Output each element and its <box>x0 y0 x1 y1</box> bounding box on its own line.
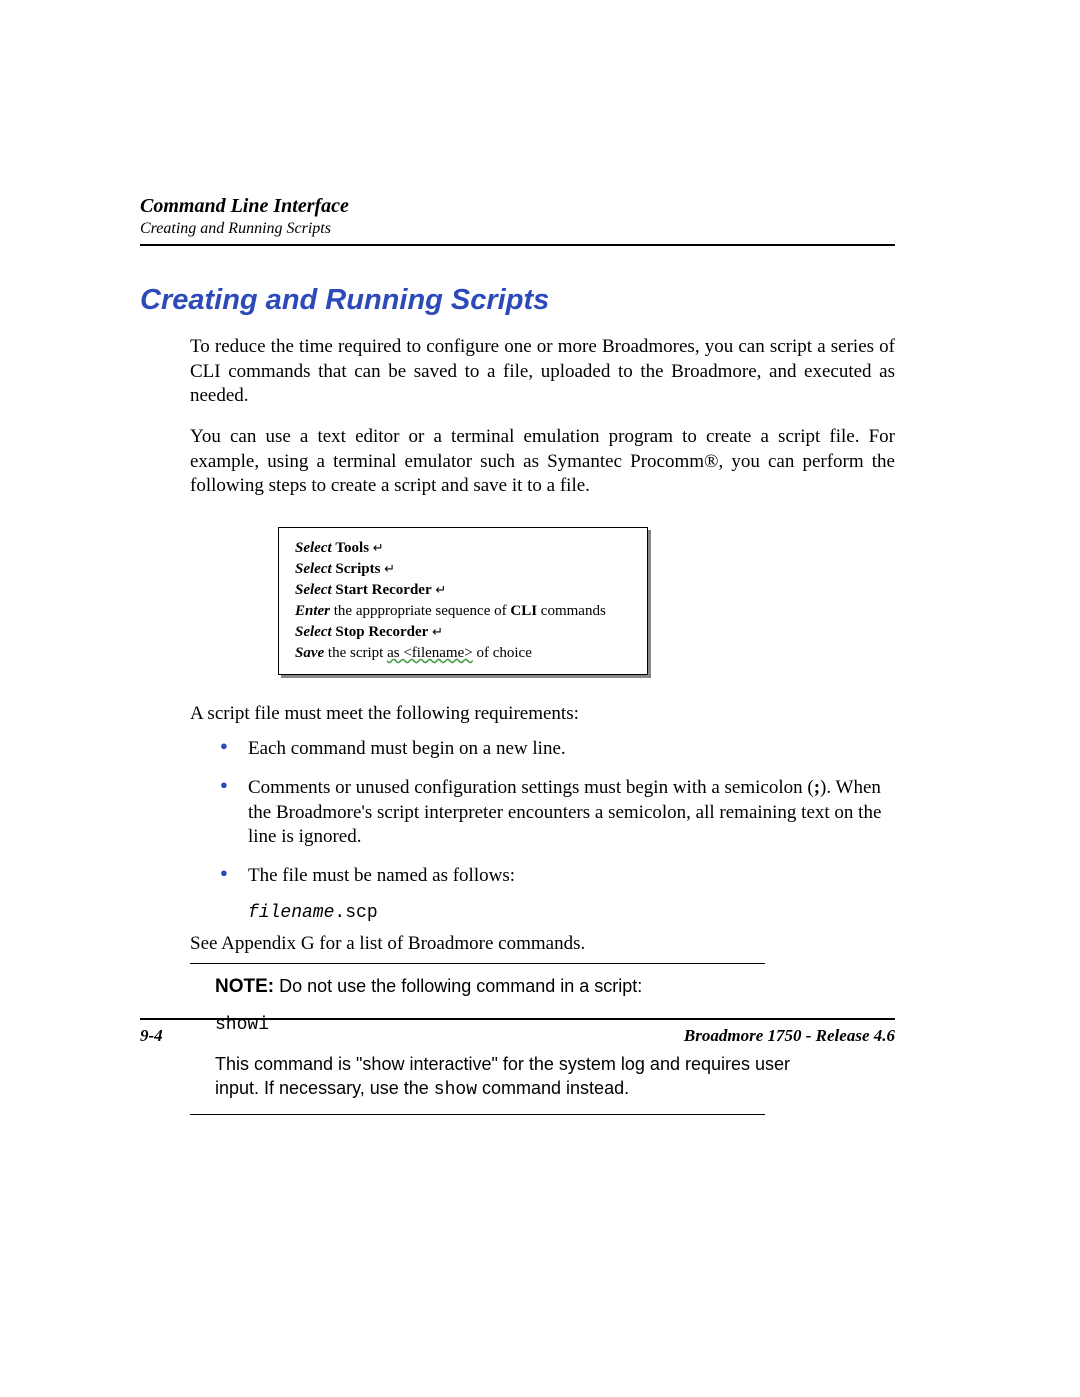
instr-action: Select <box>295 624 332 640</box>
header-rule <box>140 244 895 246</box>
instr-line-2: Select Scripts ↵ <box>295 559 627 580</box>
instr-action: Enter <box>295 603 330 619</box>
instr-bold: CLI <box>510 603 537 619</box>
section-heading: Creating and Running Scripts <box>140 284 895 317</box>
filename-example: filename.scp <box>248 903 895 923</box>
instr-tail: of choice <box>473 645 532 661</box>
list-item: The file must be named as follows: <box>220 864 895 889</box>
note-body-post: command instead. <box>477 1078 629 1098</box>
note-label: NOTE: <box>215 976 274 997</box>
paragraph-2: You can use a text editor or a terminal … <box>190 425 895 499</box>
list-item: Each command must begin on a new line. <box>220 737 895 762</box>
enter-symbol-icon: ↵ <box>432 624 443 639</box>
see-appendix: See Appendix G for a list of Broadmore c… <box>190 933 895 955</box>
instr-tail: commands <box>537 603 606 619</box>
instr-line-3: Select Start Recorder ↵ <box>295 580 627 601</box>
bullet-text: Each command must begin on a new line. <box>248 738 566 759</box>
note-body-mono: show <box>434 1080 477 1100</box>
instr-target: Start Recorder <box>335 582 431 598</box>
page-footer: 9-4 Broadmore 1750 - Release 4.6 <box>140 1018 895 1046</box>
instr-action: Select <box>295 582 332 598</box>
instr-line-6: Save the script as <filename> of choice <box>295 643 627 664</box>
list-item: Comments or unused configuration setting… <box>220 776 895 850</box>
instr-target: Tools <box>335 540 369 556</box>
header-chapter-title: Command Line Interface <box>140 195 895 218</box>
bullet-text-pre: Comments or unused configuration setting… <box>248 777 814 798</box>
requirements-intro: A script file must meet the following re… <box>190 703 895 725</box>
instr-text: the script <box>324 645 387 661</box>
filename-var: filename <box>248 903 334 923</box>
instr-action: Select <box>295 561 332 577</box>
footer-rule <box>140 1018 895 1020</box>
page-number: 9-4 <box>140 1026 163 1046</box>
header-section-title: Creating and Running Scripts <box>140 220 895 238</box>
instr-text: the apppropriate sequence of <box>330 603 510 619</box>
enter-symbol-icon: ↵ <box>373 540 384 555</box>
instr-target: Scripts <box>335 561 380 577</box>
instr-line-5: Select Stop Recorder ↵ <box>295 622 627 643</box>
document-release: Broadmore 1750 - Release 4.6 <box>684 1026 895 1046</box>
instr-target: Stop Recorder <box>335 624 428 640</box>
bullet-text: The file must be named as follows: <box>248 865 515 886</box>
requirements-list: Each command must begin on a new line. C… <box>220 737 895 888</box>
enter-symbol-icon: ↵ <box>384 561 395 576</box>
paragraph-1: To reduce the time required to configure… <box>190 335 895 409</box>
footer-row: 9-4 Broadmore 1750 - Release 4.6 <box>140 1026 895 1046</box>
instr-line-1: Select Tools ↵ <box>295 538 627 559</box>
instr-line-4: Enter the apppropriate sequence of CLI c… <box>295 601 627 622</box>
note-intro-line: NOTE: Do not use the following command i… <box>215 974 795 1000</box>
running-header: Command Line Interface Creating and Runn… <box>140 195 895 246</box>
note-rule-bottom <box>190 1114 765 1115</box>
instruction-box-container: Select Tools ↵ Select Scripts ↵ Select S… <box>278 527 895 675</box>
instr-action: Select <box>295 540 332 556</box>
note-rule-top <box>190 963 765 964</box>
filename-ext: .scp <box>334 903 377 923</box>
instruction-box: Select Tools ↵ Select Scripts ↵ Select S… <box>278 527 648 675</box>
instr-wavy: as <filename> <box>387 645 473 661</box>
enter-symbol-icon: ↵ <box>435 582 446 597</box>
note-body: This command is "show interactive" for t… <box>215 1052 795 1103</box>
page-content: Command Line Interface Creating and Runn… <box>140 195 895 1115</box>
note-intro-text: Do not use the following command in a sc… <box>274 976 642 996</box>
instr-action: Save <box>295 645 324 661</box>
